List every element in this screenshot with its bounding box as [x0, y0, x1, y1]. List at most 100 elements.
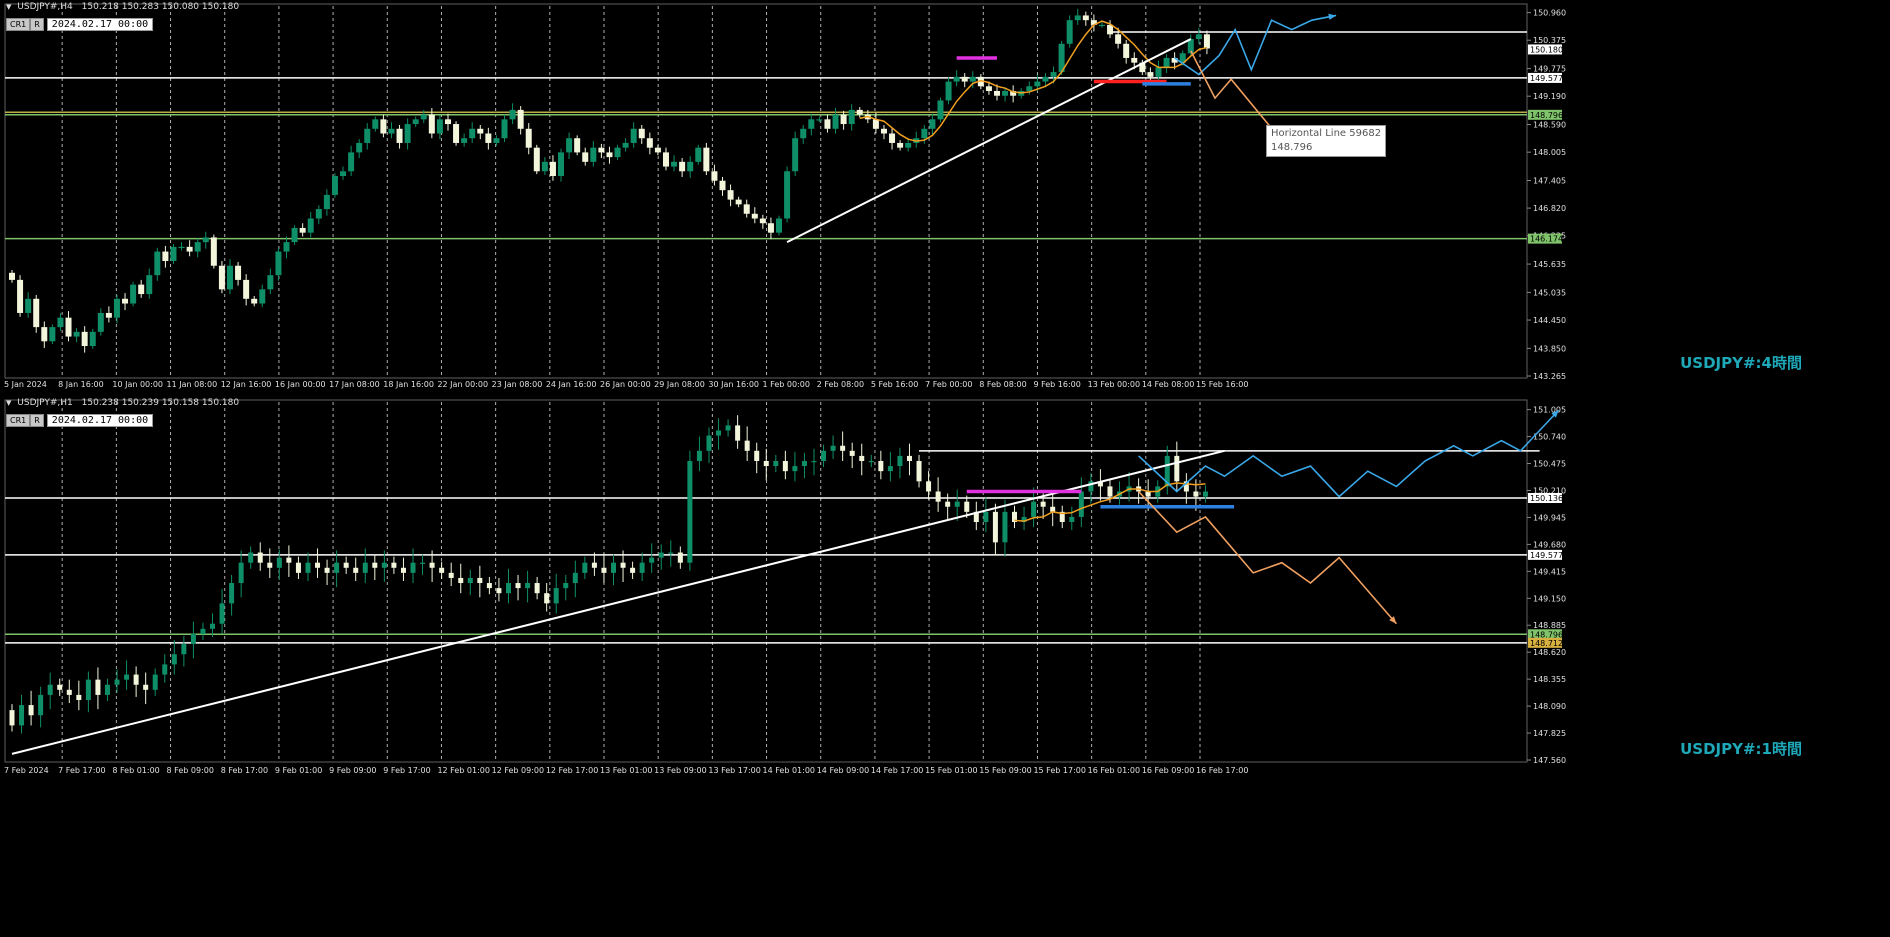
h4-chart-panel[interactable]: 5 Jan 2024 8 Jan 16:00 10 Jan 00:00 11 Jan …	[0, 0, 1890, 393]
candle-body	[754, 450, 760, 461]
candle-body	[122, 298, 129, 304]
candle-body	[517, 109, 524, 129]
price-label: 148.796	[1530, 111, 1563, 120]
h4-watermark: USDJPY#:4時間	[1680, 354, 1802, 372]
candle-body	[505, 583, 511, 594]
candle-body	[811, 460, 817, 463]
candle-body	[574, 138, 581, 153]
y-tick-label: 148.355	[1533, 675, 1566, 684]
x-tick-label: 26 Jan 00:00	[600, 380, 651, 389]
x-tick-label: 9 Feb 16:00	[1033, 380, 1080, 389]
x-tick-label: 7 Feb 2024	[4, 766, 49, 775]
candle-body	[1155, 67, 1162, 77]
candle-body	[41, 327, 48, 342]
h1-r-button[interactable]: R	[30, 414, 44, 427]
candle-body	[992, 511, 998, 543]
plot-frame	[4, 3, 1528, 379]
candle-body	[501, 119, 508, 139]
price-label: 150.136	[1530, 494, 1563, 503]
candle-body	[897, 455, 903, 467]
candle-body	[1131, 57, 1138, 63]
candle-body	[190, 633, 196, 645]
candle-body	[921, 128, 928, 139]
candle-body	[81, 331, 88, 347]
candle-body	[622, 142, 629, 148]
candle-body	[719, 180, 726, 191]
candle-body	[186, 246, 193, 252]
candle-body	[630, 567, 636, 573]
candle-body	[880, 128, 887, 134]
x-tick-label: 2 Feb 08:00	[817, 380, 864, 389]
h1-cr1-button[interactable]: CR1	[6, 414, 31, 427]
h4-r-button[interactable]: R	[30, 18, 44, 31]
candle-body	[259, 289, 266, 304]
h1-date-box[interactable]: 2024.02.17 00:00	[46, 414, 154, 427]
candle-body	[695, 147, 702, 162]
candle-body	[380, 119, 387, 134]
candle-body	[792, 466, 798, 472]
candle-body	[152, 674, 158, 690]
candle-body	[533, 147, 540, 172]
x-tick-label: 8 Feb 01:00	[112, 766, 159, 775]
candle-body	[566, 138, 573, 153]
candle-body	[420, 114, 427, 120]
candle-body	[727, 190, 734, 200]
candle-body	[639, 562, 645, 573]
collapse-triangle-icon[interactable]: ▼	[6, 3, 11, 11]
candle-body	[832, 114, 839, 129]
candle-body	[448, 572, 454, 578]
candle-body	[458, 577, 464, 584]
candle-body	[251, 298, 258, 304]
candle-body	[935, 491, 941, 502]
candle-body	[396, 128, 403, 143]
h1-chart-canvas[interactable]: 7 Feb 2024 7 Feb 17:00 8 Feb 01:00 8 Feb 09…	[0, 396, 1890, 937]
candle-body	[868, 460, 874, 463]
candle-body	[299, 227, 306, 233]
candle-body	[808, 119, 815, 129]
x-tick-label: 12 Feb 17:00	[546, 766, 598, 775]
candle-body	[95, 679, 101, 695]
candle-body	[716, 430, 722, 436]
candle-body	[73, 331, 80, 337]
candle-body	[878, 460, 884, 472]
h4-date-box[interactable]: 2024.02.17 00:00	[46, 18, 154, 31]
candle-body	[154, 251, 161, 276]
candle-body	[859, 455, 865, 461]
candle-body	[725, 425, 731, 431]
candle-body	[429, 562, 435, 568]
h1-chart-panel[interactable]: 7 Feb 2024 7 Feb 17:00 8 Feb 01:00 8 Feb 09…	[0, 396, 1890, 937]
candle-body	[598, 147, 605, 153]
candle-body	[477, 577, 483, 584]
candle-body	[905, 142, 912, 148]
candle-body	[1163, 57, 1170, 68]
candle-body	[428, 114, 435, 134]
x-tick-label: 17 Jan 08:00	[329, 380, 380, 389]
candle-body	[1107, 486, 1113, 497]
candle-body	[590, 147, 597, 162]
candle-body	[243, 279, 250, 299]
candle-body	[1002, 91, 1009, 96]
x-tick-label: 15 Feb 09:00	[979, 766, 1031, 775]
candle-body	[57, 317, 64, 328]
h1-toolbar: CR1 R 2024.02.17 00:00	[6, 414, 154, 427]
candle-body	[706, 435, 712, 451]
candle-body	[210, 237, 217, 266]
candle-body	[17, 279, 24, 313]
h4-chart-canvas[interactable]: 5 Jan 2024 8 Jan 16:00 10 Jan 00:00 11 Jan …	[0, 0, 1890, 393]
candle-body	[28, 705, 34, 716]
h1-watermark: USDJPY#:1時間	[1680, 740, 1802, 758]
x-tick-label: 22 Jan 00:00	[437, 380, 488, 389]
candle-body	[1202, 491, 1208, 497]
x-tick-label: 10 Jan 00:00	[112, 380, 163, 389]
candle-body	[534, 583, 540, 594]
candle-body	[544, 593, 550, 604]
collapse-triangle-icon[interactable]: ▼	[6, 399, 11, 407]
price-label: 148.712	[1530, 639, 1563, 648]
x-tick-label: 12 Feb 01:00	[437, 766, 489, 775]
candle-body	[25, 298, 32, 313]
x-tick-label: 9 Feb 09:00	[329, 766, 376, 775]
y-tick-label: 149.415	[1533, 567, 1566, 576]
h4-cr1-button[interactable]: CR1	[6, 18, 31, 31]
candle-body	[821, 450, 827, 461]
candle-body	[97, 312, 104, 332]
